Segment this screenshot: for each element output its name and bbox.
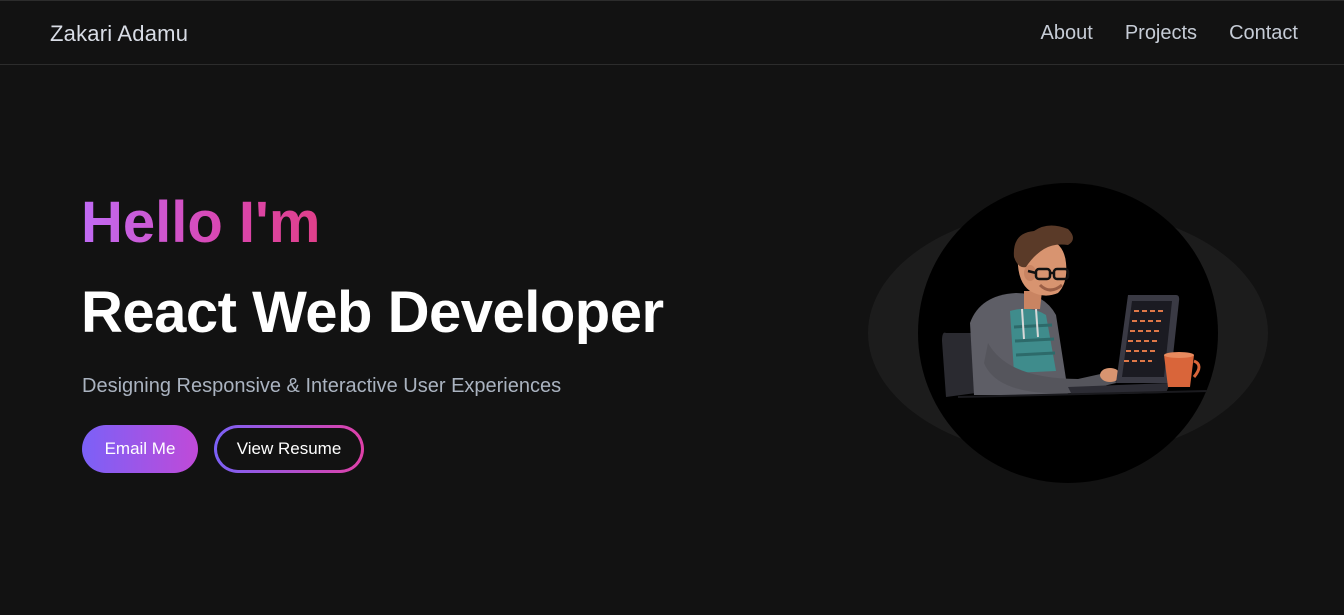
hero-image: [868, 183, 1268, 483]
hero-subtitle: Designing Responsive & Interactive User …: [82, 375, 562, 397]
nav-link-projects[interactable]: Projects: [1125, 22, 1197, 45]
nav-links: About Projects Contact: [1041, 22, 1298, 45]
hero-greeting: Hello I'm: [81, 190, 321, 255]
email-me-button[interactable]: Email Me: [82, 425, 198, 473]
nav-link-contact[interactable]: Contact: [1229, 22, 1298, 45]
hero-title: React Web Developer: [81, 280, 664, 345]
navbar: Zakari Adamu About Projects Contact: [0, 0, 1344, 65]
view-resume-button[interactable]: View Resume: [214, 425, 364, 473]
avatar: [918, 183, 1218, 483]
developer-illustration-icon: [942, 225, 1209, 398]
brand-name[interactable]: Zakari Adamu: [50, 21, 188, 47]
nav-link-about[interactable]: About: [1041, 22, 1093, 45]
view-resume-label: View Resume: [217, 428, 361, 470]
